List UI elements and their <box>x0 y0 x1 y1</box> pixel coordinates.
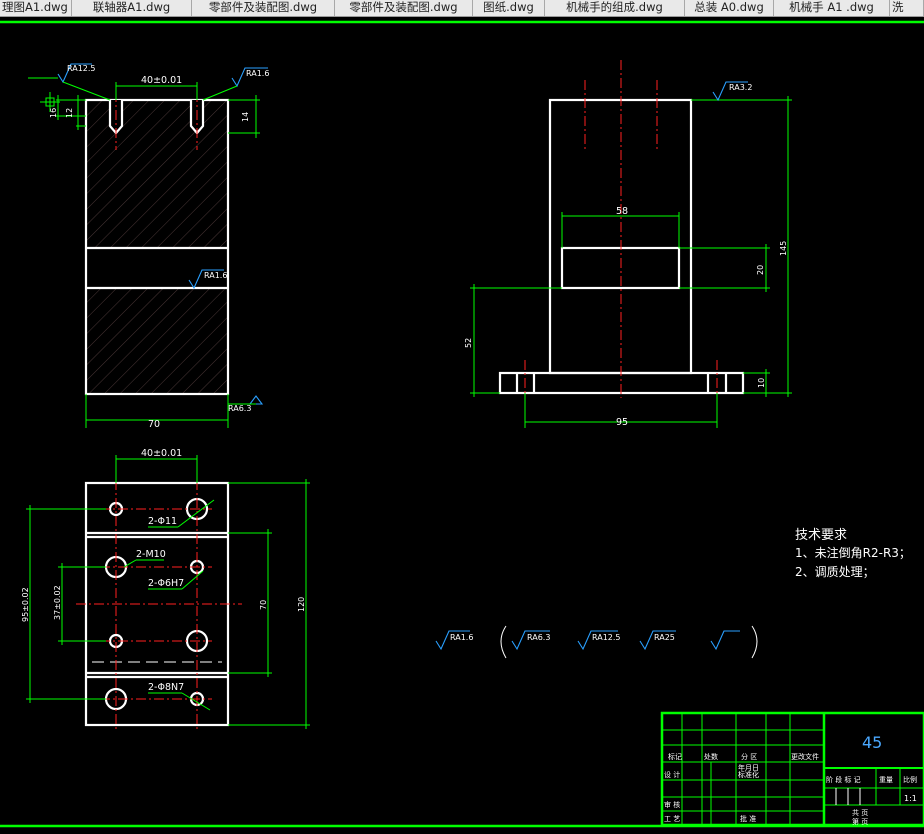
legend-rough-3: RA12.5 <box>592 633 621 642</box>
side-dim-height: 145 <box>779 241 788 256</box>
tb-label-0: 标记 <box>668 752 682 761</box>
side-view <box>470 60 792 428</box>
drawing-canvas[interactable]: 40±0.01 70 RA12.5 RA1.6 RA1.6 RA6.3 16 1… <box>0 17 924 830</box>
tab-7[interactable]: 机械手 A1 .dwg <box>774 0 890 16</box>
tb-scale: 1:1 <box>904 794 917 803</box>
tab-1[interactable]: 联轴器A1.dwg <box>72 0 192 16</box>
tab-3[interactable]: 零部件及装配图.dwg <box>335 0 473 16</box>
front-rough-tr: RA1.6 <box>246 69 269 78</box>
tb-label-9: 年月日 <box>738 763 759 772</box>
top-hole1: 2-Φ11 <box>148 516 177 527</box>
top-dim-top: 40±0.01 <box>141 448 182 459</box>
top-dim-right-inner: 70 <box>259 600 268 610</box>
tb-label-12: 比例 <box>903 775 917 784</box>
front-dim-bottom: 70 <box>148 419 160 430</box>
tab-0[interactable]: 理图A1.dwg <box>0 0 72 16</box>
title-block-material: 45 <box>862 733 882 752</box>
tech-req-title: 技术要求 <box>795 528 847 543</box>
tb-label-2: 分 区 <box>741 752 757 761</box>
front-dim-right: 14 <box>241 112 250 122</box>
roughness-legend <box>435 625 758 659</box>
front-dim-left-a: 16 <box>49 108 58 118</box>
top-hole2: 2-M10 <box>136 549 166 560</box>
side-dim-base-w: 95 <box>616 417 628 428</box>
tb-label-13: 共 页 <box>852 808 868 817</box>
front-dim-left-b: 12 <box>65 108 74 118</box>
tab-8[interactable]: 洗 <box>890 0 924 16</box>
tb-label-10: 阶 段 标 记 <box>826 775 861 784</box>
tb-label-1: 处数 <box>704 752 718 761</box>
top-hole3: 2-Φ6H7 <box>148 578 184 589</box>
tab-2[interactable]: 零部件及装配图.dwg <box>192 0 335 16</box>
front-rough-mid: RA1.6 <box>204 271 227 280</box>
tb-label-7: 工 艺 <box>664 815 680 823</box>
tb-label-14: 第 页 <box>852 817 868 826</box>
top-hole4: 2-Φ8N7 <box>148 682 184 693</box>
side-dim-left: 52 <box>464 338 473 348</box>
side-rough: RA3.2 <box>729 83 752 92</box>
tab-4[interactable]: 图纸.dwg <box>473 0 545 16</box>
side-dim-base-h: 10 <box>757 378 766 388</box>
top-dim-left-outer: 95±0.02 <box>21 587 30 622</box>
front-rough-br: RA6.3 <box>228 404 251 413</box>
front-rough-tl: RA12.5 <box>67 64 96 73</box>
tb-label-4: 设 计 <box>664 770 680 779</box>
tech-req-line1: 1、未注倒角R2-R3； <box>795 545 911 560</box>
title-block <box>660 711 924 827</box>
top-dim-right-outer: 120 <box>297 597 306 612</box>
cad-drawing[interactable]: 40±0.01 70 RA12.5 RA1.6 RA1.6 RA6.3 16 1… <box>0 17 924 830</box>
front-dim-top: 40±0.01 <box>141 75 182 86</box>
legend-rough-4: RA25 <box>654 633 675 642</box>
tb-label-11: 重量 <box>879 776 893 784</box>
top-dim-left-inner: 37±0.02 <box>53 585 62 620</box>
front-view <box>28 63 268 428</box>
tb-label-8: 批 准 <box>740 814 756 823</box>
legend-rough-2: RA6.3 <box>527 633 550 642</box>
tab-5[interactable]: 机械手的组成.dwg <box>545 0 685 16</box>
tb-label-3: 更改文件 <box>791 752 819 761</box>
legend-rough-1: RA1.6 <box>450 633 473 642</box>
tech-req-line2: 2、调质处理； <box>795 565 875 579</box>
side-dim-slot-w: 58 <box>616 206 628 217</box>
document-tab-bar: 理图A1.dwg 联轴器A1.dwg 零部件及装配图.dwg 零部件及装配图.d… <box>0 0 924 17</box>
side-dim-slot-h: 20 <box>756 265 765 275</box>
tab-6[interactable]: 总装 A0.dwg <box>685 0 774 16</box>
tb-label-6: 审 核 <box>664 800 680 809</box>
